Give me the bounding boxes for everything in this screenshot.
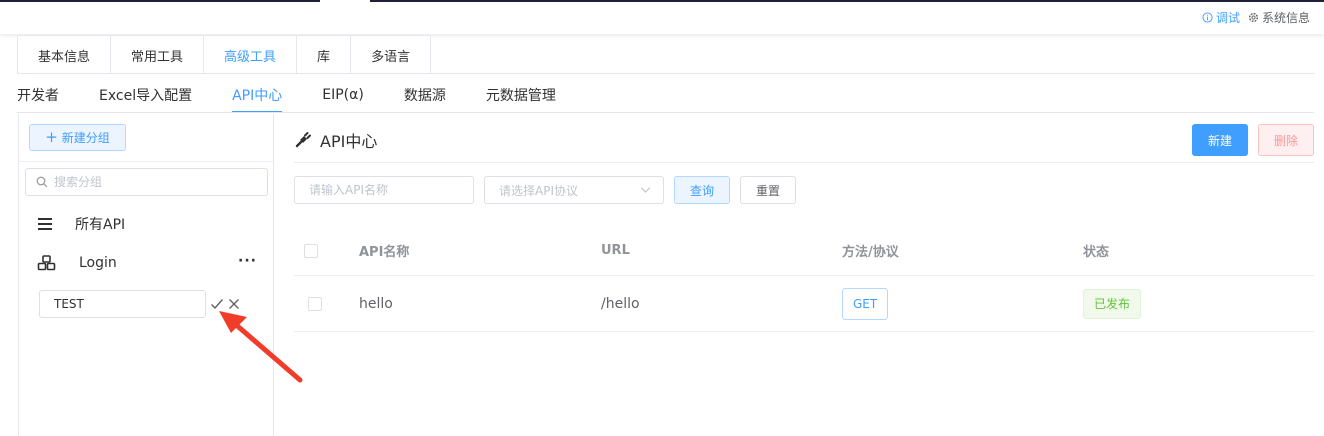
group-edit-row	[39, 290, 240, 318]
row-cell-url: /hello	[601, 295, 640, 312]
header-cell-method: 方法/协议	[842, 245, 899, 260]
top-links: 调试 系统信息	[1202, 9, 1310, 26]
confirm-check-icon[interactable]	[210, 298, 224, 310]
select-all-checkbox[interactable]	[304, 243, 318, 258]
search-icon	[36, 176, 48, 188]
inner-tab-developer[interactable]: 开发者	[17, 76, 59, 113]
more-icon[interactable]: ···	[238, 253, 257, 269]
header-cell-select	[304, 226, 318, 275]
row-cell-name: hello	[359, 295, 393, 312]
inner-tab-divider	[17, 112, 1314, 113]
group-name-edit-input[interactable]	[39, 290, 206, 318]
cubes-icon	[37, 255, 56, 271]
plus-icon: +	[45, 128, 58, 146]
top-dark-strip	[0, 0, 320, 2]
group-search-input[interactable]	[54, 175, 254, 189]
inner-tab-eip[interactable]: EIP(α)	[322, 76, 364, 113]
inner-tab-api-center[interactable]: API中心	[232, 76, 283, 113]
api-table: API名称 URL 方法/协议 状态 hello /hello GET 已发布	[294, 226, 1314, 332]
page-title-text: API中心	[320, 132, 378, 151]
header-cell-status: 状态	[1083, 245, 1110, 260]
sidebar-item-login[interactable]: Login ···	[37, 251, 257, 275]
row-cell-status: 已发布	[1083, 276, 1142, 331]
outer-tab-library[interactable]: 库	[297, 36, 352, 74]
row-checkbox[interactable]	[308, 296, 322, 311]
row-cell-method: GET	[842, 276, 889, 331]
inner-tab-excel-import[interactable]: Excel导入配置	[99, 76, 192, 113]
cancel-close-icon[interactable]	[228, 298, 240, 310]
row-cell-select	[308, 276, 322, 331]
group-search	[25, 168, 268, 196]
info-icon	[1202, 12, 1213, 23]
outer-tab-bar: 基本信息 常用工具 高级工具 库 多语言	[17, 35, 432, 74]
outer-tab-advanced-tools[interactable]: 高级工具	[204, 36, 298, 74]
status-badge: 已发布	[1083, 288, 1142, 319]
protocol-placeholder: 请选择API协议	[499, 183, 578, 198]
system-info-link[interactable]: 系统信息	[1248, 9, 1310, 26]
chevron-down-icon	[640, 187, 651, 193]
delete-api-button[interactable]: 删除	[1258, 124, 1314, 156]
api-name-input[interactable]	[294, 176, 474, 204]
debug-link[interactable]: 调试	[1202, 9, 1240, 26]
outer-tab-basic[interactable]: 基本信息	[18, 36, 112, 74]
list-icon	[38, 218, 52, 230]
new-group-label: 新建分组	[61, 131, 110, 145]
outer-tab-divider	[17, 73, 1314, 74]
header-cell-url: URL	[601, 243, 630, 258]
api-protocol-select[interactable]: 请选择API协议	[484, 176, 664, 204]
system-info-label: 系统信息	[1261, 11, 1310, 25]
api-main-panel: API中心 新建 删除 请选择API协议 查询 重置 API名称 URL 方法/…	[294, 114, 1314, 436]
sidebar-item-label: 所有API	[75, 217, 126, 233]
new-group-button[interactable]: + 新建分组	[29, 124, 126, 151]
header-cell-name: API名称	[359, 245, 410, 260]
inner-tab-metadata[interactable]: 元数据管理	[486, 76, 556, 113]
inner-tab-datasource[interactable]: 数据源	[404, 76, 446, 113]
page-title: API中心	[294, 128, 377, 152]
inner-tab-bar: 开发者 Excel导入配置 API中心 EIP(α) 数据源 元数据管理	[17, 76, 556, 113]
title-divider	[294, 162, 1314, 163]
query-button[interactable]: 查询	[674, 176, 730, 204]
gear-icon	[1248, 12, 1259, 23]
sidebar-item-label: Login	[79, 255, 117, 271]
plug-icon	[295, 132, 311, 148]
new-api-button[interactable]: 新建	[1192, 124, 1248, 156]
table-header: API名称 URL 方法/协议 状态	[294, 226, 1314, 276]
outer-tab-common-tools[interactable]: 常用工具	[111, 36, 205, 74]
group-sidebar: + 新建分组 所有API Login ···	[18, 114, 274, 436]
top-bar: 调试 系统信息	[0, 0, 1324, 34]
debug-label: 调试	[1215, 11, 1240, 25]
reset-button[interactable]: 重置	[740, 176, 796, 204]
method-tag: GET	[842, 287, 889, 320]
outer-tab-multilang[interactable]: 多语言	[351, 36, 432, 74]
table-row[interactable]: hello /hello GET 已发布	[294, 276, 1314, 332]
top-dark-strip-right	[370, 0, 1324, 2]
sidebar-item-all-api[interactable]: 所有API	[37, 212, 257, 236]
sidebar-divider	[19, 161, 273, 162]
